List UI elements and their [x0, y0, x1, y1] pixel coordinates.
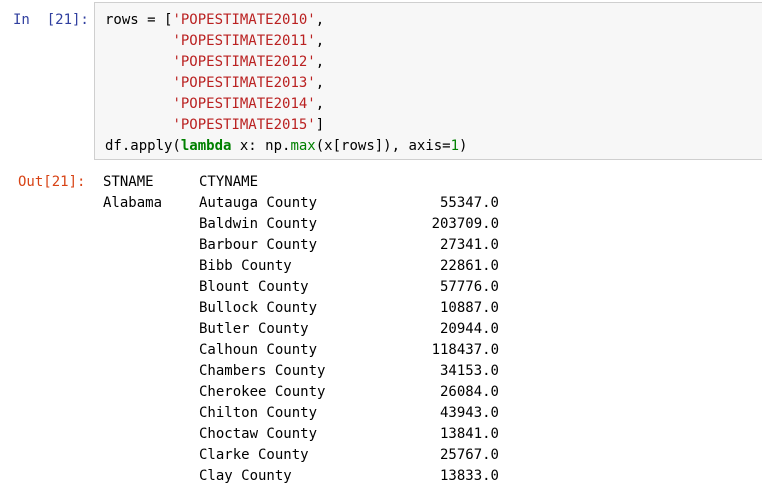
- code-token: ): [459, 138, 468, 154]
- series-row: Butler County 20944.0: [199, 319, 499, 340]
- county-name: Bibb County: [199, 258, 292, 274]
- code-string: 'POPESTIMATE2011': [172, 33, 316, 49]
- county-value: 26084.0: [439, 384, 499, 400]
- index-header-ctyname: CTYNAME: [199, 174, 259, 190]
- code-token: ,: [315, 12, 325, 28]
- code-number: 1: [450, 138, 460, 154]
- code-token: x: np.: [231, 138, 291, 154]
- series-row: Bullock County 10887.0: [199, 298, 499, 319]
- index-header-stname: STNAME: [103, 174, 154, 190]
- county-value: 203709.0: [431, 216, 499, 232]
- state-label: Alabama: [103, 195, 163, 211]
- code-string: 'POPESTIMATE2014': [172, 96, 316, 112]
- series-row: Baldwin County 203709.0: [199, 214, 499, 235]
- county-value: 55347.0: [439, 195, 499, 211]
- code-token: df.apply(: [105, 138, 181, 154]
- input-prompt: In [21]:: [13, 12, 89, 28]
- series-row: Clarke County 25767.0: [199, 445, 499, 466]
- county-value: 10887.0: [439, 300, 499, 316]
- county-name: Calhoun County: [199, 342, 318, 358]
- code-string: 'POPESTIMATE2010': [172, 12, 316, 28]
- county-value: 22861.0: [439, 258, 499, 274]
- county-name: Barbour County: [199, 237, 318, 253]
- output-prompt: Out[21]:: [18, 174, 86, 190]
- county-name: Chambers County: [199, 363, 326, 379]
- county-value: 118437.0: [431, 342, 499, 358]
- county-name: Chilton County: [199, 405, 318, 421]
- code-token: ,: [315, 75, 325, 91]
- code-token: ,: [315, 33, 325, 49]
- output-area: STNAME CTYNAME Alabama Autauga County 553…: [103, 172, 663, 488]
- series-row: Barbour County 27341.0: [199, 235, 499, 256]
- county-value: 20944.0: [439, 321, 499, 337]
- series-row: Chilton County 43943.0: [199, 403, 499, 424]
- code-token: rows = [: [105, 12, 173, 28]
- code-token: (x[rows]), axis=: [315, 138, 451, 154]
- series-row: Bibb County 22861.0: [199, 256, 499, 277]
- county-value: 57776.0: [439, 279, 499, 295]
- county-name: Autauga County: [199, 195, 318, 211]
- county-name: Baldwin County: [199, 216, 318, 232]
- input-cell[interactable]: In [21]: rows = ['POPESTIMATE2010', 'POP…: [0, 0, 762, 162]
- series-row: Blount County 57776.0: [199, 277, 499, 298]
- county-value: 13841.0: [439, 426, 499, 442]
- county-name: Choctaw County: [199, 426, 318, 442]
- county-value: 43943.0: [439, 405, 499, 421]
- series-row: Chambers County 34153.0: [199, 361, 499, 382]
- county-value: 34153.0: [439, 363, 499, 379]
- code-keyword: lambda: [180, 138, 232, 154]
- code-token: ,: [315, 96, 325, 112]
- code-string: 'POPESTIMATE2013': [172, 75, 316, 91]
- county-name: Cherokee County: [199, 384, 326, 400]
- county-name: Bullock County: [199, 300, 318, 316]
- code-token: ,: [315, 54, 325, 70]
- code-editor[interactable]: rows = ['POPESTIMATE2010', 'POPESTIMATE2…: [94, 2, 762, 160]
- code-token: ]: [315, 117, 325, 133]
- county-name: Blount County: [199, 279, 309, 295]
- series-row: Autauga County 55347.0: [199, 193, 499, 214]
- county-value: 13833.0: [439, 468, 499, 484]
- code-function: max: [290, 138, 316, 154]
- code-string: 'POPESTIMATE2012': [172, 54, 316, 70]
- county-name: Butler County: [199, 321, 309, 337]
- county-name: Clarke County: [199, 447, 309, 463]
- series-row: Clay County 13833.0: [199, 466, 499, 487]
- county-value: 25767.0: [439, 447, 499, 463]
- series-row: Cherokee County 26084.0: [199, 382, 499, 403]
- series-row: Choctaw County 13841.0: [199, 424, 499, 445]
- series-rows: Autauga County 55347.0 Baldwin County 2037…: [199, 193, 499, 487]
- code-string: 'POPESTIMATE2015': [172, 117, 316, 133]
- county-name: Clay County: [199, 468, 292, 484]
- code-block: rows = ['POPESTIMATE2010', 'POPESTIMATE2…: [105, 10, 467, 157]
- series-row: Calhoun County 118437.0: [199, 340, 499, 361]
- county-value: 27341.0: [439, 237, 499, 253]
